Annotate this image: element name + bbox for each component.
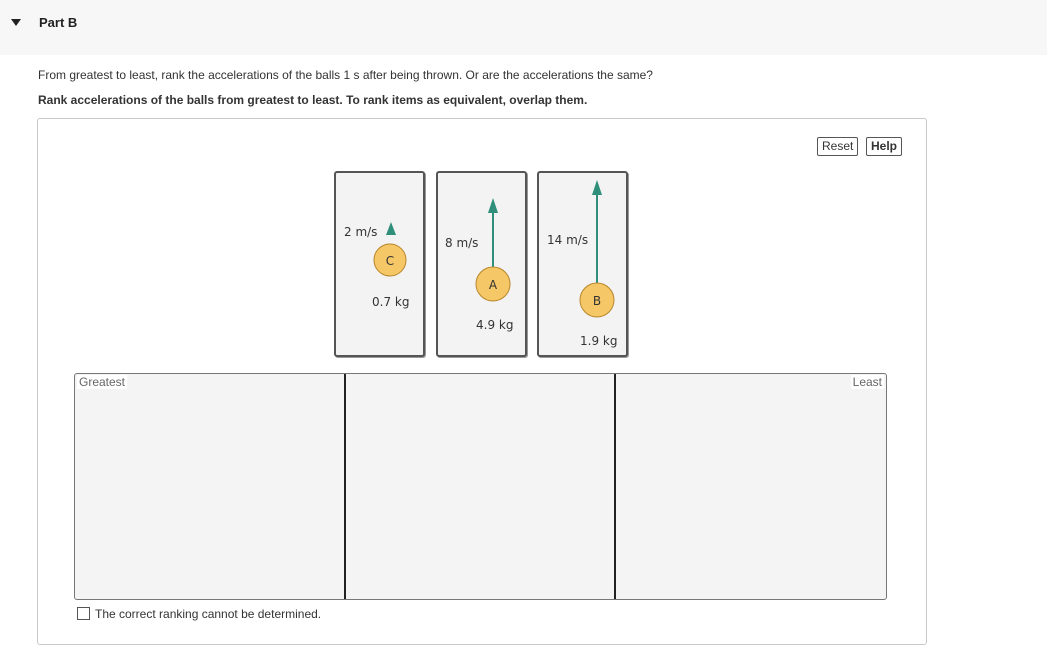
ranking-divider: [344, 374, 346, 599]
velocity-arrow-icon: [592, 180, 602, 195]
velocity-arrow-icon: [488, 198, 498, 213]
ball-letter: B: [593, 294, 601, 308]
cannot-determine-label: The correct ranking cannot be determined…: [95, 607, 322, 621]
tile-ball-c[interactable]: 2 m/s C 0.7 kg: [334, 171, 425, 357]
instruction-text: Rank accelerations of the balls from gre…: [38, 93, 588, 107]
cannot-determine-checkbox[interactable]: [77, 607, 90, 620]
tile-speed: 14 m/s: [547, 233, 588, 247]
question-text: From greatest to least, rank the acceler…: [38, 68, 653, 82]
tile-speed: 2 m/s: [344, 225, 377, 239]
part-title: Part B: [39, 15, 78, 30]
tile-ball-a[interactable]: 8 m/s A 4.9 kg: [436, 171, 527, 357]
least-label: Least: [850, 375, 884, 389]
tile-mass: 1.9 kg: [580, 334, 617, 348]
help-button[interactable]: Help: [866, 137, 903, 156]
collapse-triangle-icon[interactable]: [11, 19, 21, 26]
velocity-arrow-icon: [386, 222, 396, 235]
part-header[interactable]: Part B: [0, 0, 1047, 55]
tile-mass: 4.9 kg: [476, 318, 513, 332]
tile-ball-b[interactable]: 14 m/s B 1.9 kg: [537, 171, 628, 357]
ball-letter: C: [386, 254, 394, 268]
tile-mass: 0.7 kg: [372, 295, 409, 309]
greatest-label: Greatest: [77, 375, 128, 389]
ranking-divider: [614, 374, 616, 599]
ranking-dropzone[interactable]: Greatest Least: [74, 373, 887, 600]
reset-button[interactable]: Reset: [817, 137, 859, 156]
tile-speed: 8 m/s: [445, 236, 478, 250]
ball-letter: A: [489, 278, 498, 292]
cannot-determine-option[interactable]: The correct ranking cannot be determined…: [77, 607, 321, 621]
